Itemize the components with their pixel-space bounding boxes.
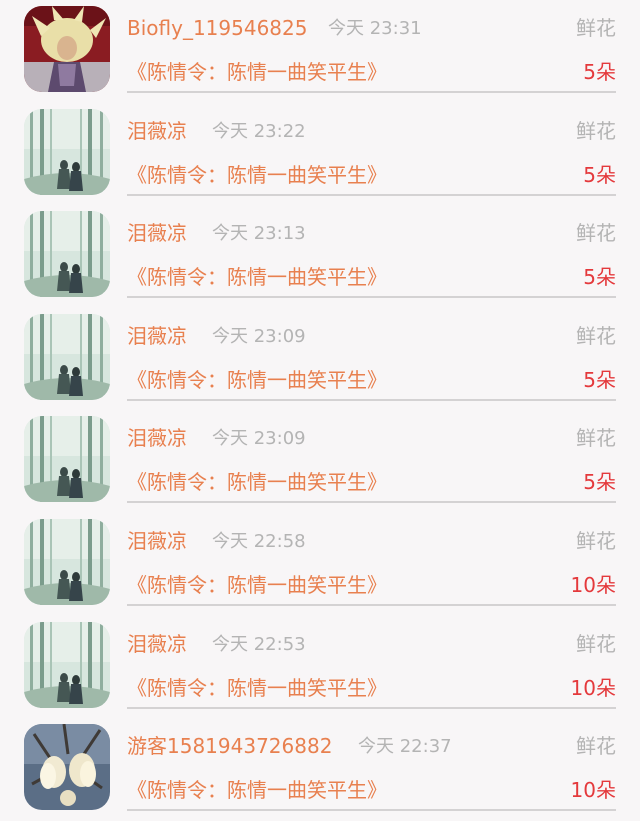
- timestamp: 今天 23:22: [212, 120, 306, 142]
- user-avatar[interactable]: [24, 108, 110, 195]
- gift-amount: 10朵: [570, 675, 616, 700]
- book-title-link[interactable]: 《陈情令：陈情一曲笑平生》: [127, 776, 387, 804]
- book-title-link[interactable]: 《陈情令：陈情一曲笑平生》: [127, 161, 387, 189]
- bamboo-forest-avatar-icon: [24, 211, 110, 298]
- book-title-link[interactable]: 《陈情令：陈情一曲笑平生》: [127, 366, 387, 394]
- gift-amount: 5朵: [583, 367, 616, 392]
- gift-record-row[interactable]: 泪薇凉 今天 23:09 鲜花 《陈情令：陈情一曲笑平生》 5朵: [0, 410, 640, 513]
- user-avatar[interactable]: [24, 313, 110, 400]
- username[interactable]: 泪薇凉: [127, 424, 187, 452]
- magnolia-flower-avatar-icon: [24, 724, 110, 811]
- gift-record-row[interactable]: 泪薇凉 今天 22:58 鲜花 《陈情令：陈情一曲笑平生》 10朵: [0, 513, 640, 616]
- username[interactable]: 泪薇凉: [127, 322, 187, 350]
- timestamp: 今天 22:53: [212, 633, 306, 655]
- username[interactable]: 泪薇凉: [127, 527, 187, 555]
- user-avatar[interactable]: [24, 211, 110, 298]
- book-title-link[interactable]: 《陈情令：陈情一曲笑平生》: [127, 263, 387, 291]
- user-avatar[interactable]: [24, 416, 110, 503]
- user-avatar[interactable]: [24, 6, 110, 92]
- gift-record-row[interactable]: Biofly_119546825 今天 23:31 鲜花 《陈情令：陈情一曲笑平…: [0, 0, 640, 103]
- gift-amount: 10朵: [570, 573, 616, 597]
- row-divider: [127, 398, 616, 401]
- gift-type-label: 鲜花: [576, 631, 616, 656]
- user-avatar[interactable]: [24, 519, 110, 605]
- timestamp: 今天 22:58: [212, 531, 306, 552]
- user-avatar[interactable]: [24, 724, 110, 811]
- anime-warrior-avatar-icon: [24, 6, 110, 92]
- gift-type-label: 鲜花: [576, 734, 616, 759]
- username[interactable]: 泪薇凉: [127, 117, 187, 145]
- bamboo-forest-avatar-icon: [24, 108, 110, 195]
- row-divider: [127, 604, 616, 606]
- username[interactable]: Biofly_119546825: [127, 14, 307, 42]
- book-title-link[interactable]: 《陈情令：陈情一曲笑平生》: [127, 468, 387, 496]
- book-title-link[interactable]: 《陈情令：陈情一曲笑平生》: [127, 58, 387, 86]
- username[interactable]: 游客1581943726882: [127, 732, 332, 760]
- gift-type-label: 鲜花: [576, 426, 616, 451]
- gift-amount: 5朵: [583, 60, 616, 84]
- timestamp: 今天 23:31: [328, 18, 422, 39]
- bamboo-forest-avatar-icon: [24, 621, 110, 708]
- gift-amount: 5朵: [583, 470, 616, 495]
- gift-record-row[interactable]: 游客1581943726882 今天 22:37 鲜花 《陈情令：陈情一曲笑平生…: [0, 718, 640, 821]
- gift-type-label: 鲜花: [576, 118, 616, 143]
- gift-type-label: 鲜花: [576, 323, 616, 348]
- gift-type-label: 鲜花: [576, 529, 616, 553]
- gift-amount: 5朵: [583, 265, 616, 290]
- timestamp: 今天 23:13: [212, 223, 306, 245]
- gift-type-label: 鲜花: [576, 221, 616, 246]
- gift-record-row[interactable]: 泪薇凉 今天 23:22 鲜花 《陈情令：陈情一曲笑平生》 5朵: [0, 103, 640, 206]
- row-divider: [127, 501, 616, 504]
- row-divider: [127, 193, 616, 196]
- gift-record-row[interactable]: 泪薇凉 今天 23:13 鲜花 《陈情令：陈情一曲笑平生》 5朵: [0, 205, 640, 308]
- timestamp: 今天 23:09: [212, 325, 306, 347]
- book-title-link[interactable]: 《陈情令：陈情一曲笑平生》: [127, 571, 387, 599]
- row-divider: [127, 91, 616, 93]
- username[interactable]: 泪薇凉: [127, 219, 187, 247]
- timestamp: 今天 22:37: [358, 736, 452, 758]
- gift-record-row[interactable]: 泪薇凉 今天 23:09 鲜花 《陈情令：陈情一曲笑平生》 5朵: [0, 308, 640, 411]
- book-title-link[interactable]: 《陈情令：陈情一曲笑平生》: [127, 674, 387, 702]
- row-divider: [127, 809, 616, 812]
- row-divider: [127, 706, 616, 709]
- username[interactable]: 泪薇凉: [127, 630, 187, 658]
- bamboo-forest-avatar-icon: [24, 416, 110, 503]
- gift-amount: 10朵: [570, 778, 616, 803]
- row-divider: [127, 296, 616, 299]
- user-avatar[interactable]: [24, 621, 110, 708]
- gift-type-label: 鲜花: [576, 16, 616, 40]
- bamboo-forest-avatar-icon: [24, 519, 110, 605]
- gift-amount: 5朵: [583, 162, 616, 187]
- timestamp: 今天 23:09: [212, 428, 306, 450]
- bamboo-forest-avatar-icon: [24, 313, 110, 400]
- gift-record-row[interactable]: 泪薇凉 今天 22:53 鲜花 《陈情令：陈情一曲笑平生》 10朵: [0, 616, 640, 719]
